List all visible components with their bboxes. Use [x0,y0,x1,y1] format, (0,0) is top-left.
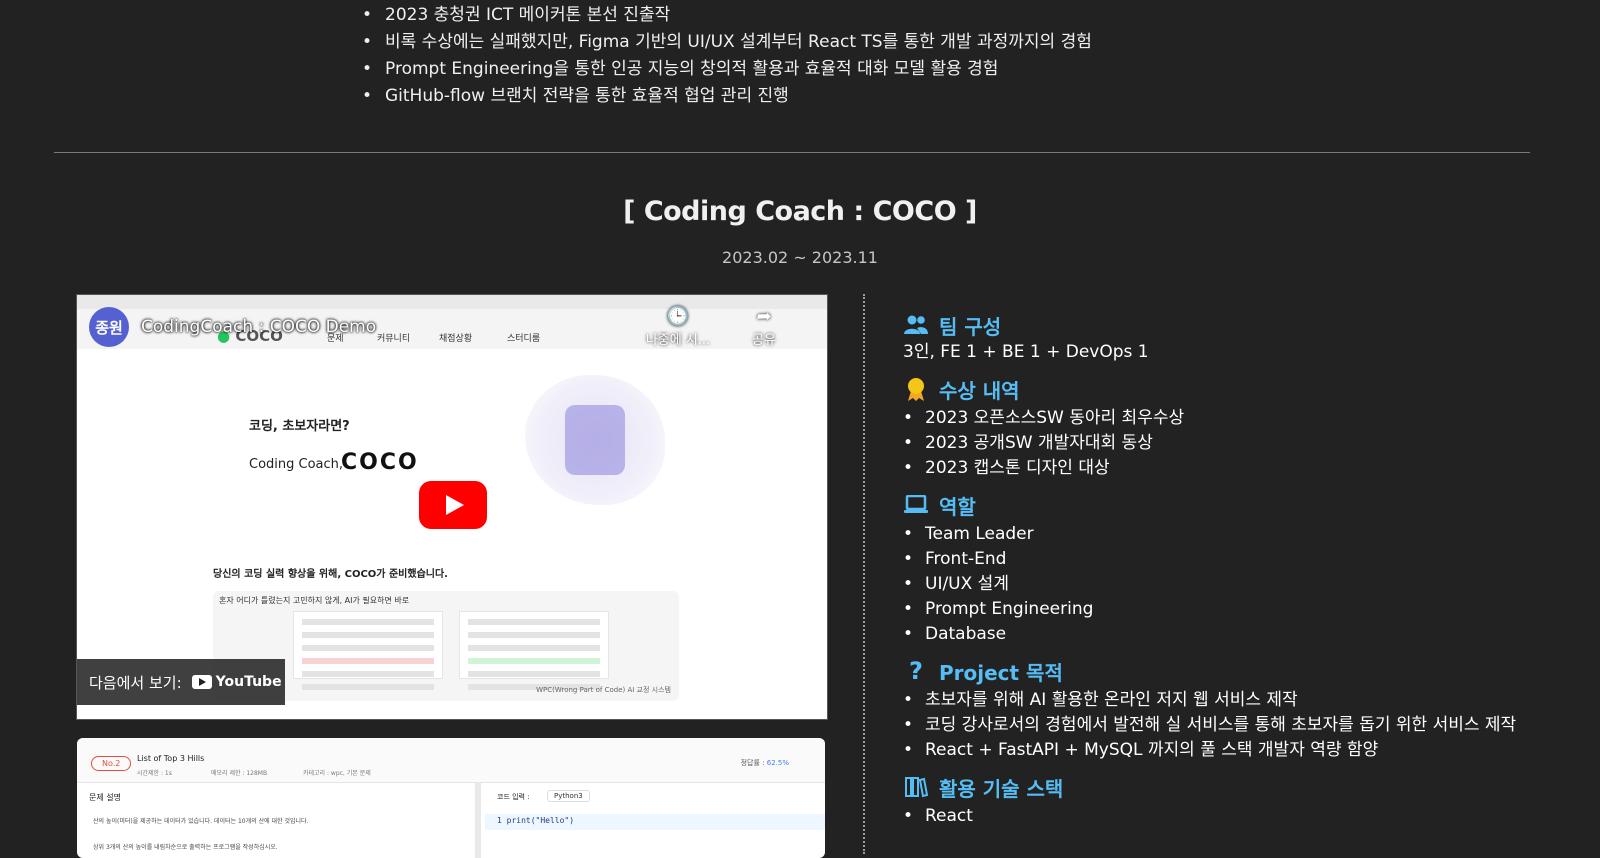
code-compare-title: 혼자 어디가 틀렸는지 고민하지 않게, AI가 필요하면 바로 [219,596,410,605]
list-item: React + FastAPI + MySQL 까지의 풀 스택 개발자 역량 … [903,738,1593,763]
list-item: Prompt Engineering [903,597,1593,622]
team-composition: 3인, FE 1 + BE 1 + DevOps 1 [903,342,1149,362]
play-icon[interactable] [419,481,487,529]
role-list: Team Leader Front-End UI/UX 설계 Prompt En… [903,522,1593,647]
list-item: 2023 캡스톤 디자인 대상 [903,456,1593,481]
accuracy-rate: 정답률 : 62.5% [740,759,789,767]
list-item: 비록 수상에는 실패했지만, Figma 기반의 UI/UX 설계부터 Reac… [362,29,1092,56]
purpose-heading: ? Project 목적 [903,656,1593,686]
laptop-icon [903,492,929,518]
coder-illustration [565,405,625,475]
list-item: Front-End [903,547,1593,572]
list-item: 2023 오픈소스SW 동아리 최우수상 [903,406,1593,431]
list-item: 코딩 강사로서의 경험에서 발전해 실 서비스를 통해 초보자를 돕기 위한 서… [903,713,1593,738]
column-divider [863,294,865,854]
memory-limit: 메모리 제한 : 128MB [211,770,268,777]
demo-nav-link: 채점상황 [439,334,473,344]
list-item: Prompt Engineering을 통한 인공 지능의 창의적 활용과 효율… [362,56,1092,83]
channel-avatar[interactable]: 종원 [89,307,129,347]
video-title[interactable]: CodingCoach : COCO Demo [141,317,376,337]
problem-page-screenshot: No.2 List of Top 3 Hills 시간제한 : 1s 메모리 제… [77,738,825,858]
book-icon [903,774,929,800]
role-heading: 역할 [903,490,1593,520]
problem-description-heading: 문제 설명 [89,793,121,802]
list-item: GitHub-flow 브랜치 전략을 통한 효율적 협업 관리 진행 [362,83,1092,110]
submitted-code-panel [293,611,443,690]
language-select: Python3 [547,790,590,802]
pane-splitter [475,782,481,858]
clock-icon: 🕒 [666,306,690,327]
code-input-label: 코드 입력 : [497,793,530,801]
problem-category: 카테고리 : wpc, 기본 문제 [303,770,371,777]
demo-headline: 코딩, 초보자라면? [249,419,350,434]
problem-title: List of Top 3 Hills [137,754,205,763]
list-item: 2023 공개SW 개발자대회 동상 [903,431,1593,456]
people-icon [903,312,929,338]
demo-brand: COCO [341,450,419,475]
demo-tagline: 당신의 코딩 실력 향상을 위해, COCO가 준비했습니다. [213,569,448,580]
youtube-embed[interactable]: ● COCO 문제 커뮤니티 채점상황 스터디룸 종원 CodingCoach … [76,294,828,720]
youtube-logo: YouTube [191,674,282,690]
share-icon: ➦ [756,306,772,327]
list-item: 2023 충청권 ICT 메이커톤 본선 진출작 [362,2,1092,29]
list-item: UI/UX 설계 [903,572,1593,597]
ai-code-panel [459,611,609,690]
problem-description: 산의 높이(미터)을 제공하는 데이터가 있습니다. 데이터는 10개의 산에 … [93,818,309,825]
project-period: 2023.02 ~ 2023.11 [722,248,878,267]
list-item: React [903,804,1593,829]
award-icon [903,376,929,402]
watch-later-button[interactable]: 🕒 나중에 시... [643,305,713,348]
share-button[interactable]: ➦ 공유 [729,305,799,348]
project-highlights-list: 2023 충청권 ICT 메이커톤 본선 진출작 비록 수상에는 실패했지만, … [362,2,1092,110]
list-item: Team Leader [903,522,1593,547]
tech-stack-list: React [903,804,1593,829]
tech-stack-heading: 활용 기술 스택 [903,772,1593,802]
awards-heading: 수상 내역 [903,374,1593,404]
purpose-list: 초보자를 위해 AI 활용한 온라인 저지 웹 서비스 제작 코딩 강사로서의 … [903,688,1593,763]
team-heading: 팀 구성 [903,310,1593,340]
project-title: [ Coding Coach : COCO ] [623,196,977,227]
watch-on-youtube-button[interactable]: 다음에서 보기: YouTube [77,659,285,705]
demo-illustration [525,375,665,505]
demo-subheadline: Coding Coach, [249,457,344,472]
section-divider [54,152,1530,153]
list-item: 초보자를 위해 AI 활용한 온라인 저지 웹 서비스 제작 [903,688,1593,713]
time-limit: 시간제한 : 1s [137,770,172,777]
question-icon: ? [909,657,923,685]
code-compare-footer: WPC(Wrong Part of Code) AI 교정 시스템 [536,686,671,694]
demo-nav-link: 스터디룸 [507,334,541,344]
project-info-panel: 팀 구성 3인, FE 1 + BE 1 + DevOps 1 수상 내역 20… [903,310,1593,830]
awards-list: 2023 오픈소스SW 동아리 최우수상 2023 공개SW 개발자대회 동상 … [903,406,1593,481]
browser-tab-bar [77,295,827,310]
problem-number-badge: No.2 [91,756,132,771]
list-item: Database [903,622,1593,647]
demo-nav-link: 커뮤니티 [377,334,411,344]
code-editor-text: 1 print("Hello") [497,816,575,825]
